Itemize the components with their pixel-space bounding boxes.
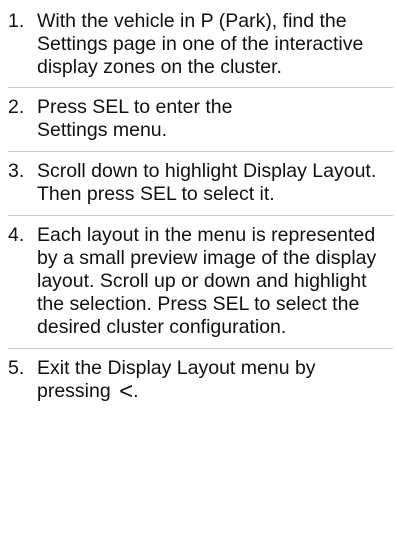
step-text: With the vehicle in P (Park), find the S… [37, 10, 364, 78]
step-text: Scroll down to highlight Display Layout.… [37, 160, 377, 205]
step-5-trailing: . [133, 380, 139, 402]
step-text: Exit the Display Layout menu by pressing… [37, 357, 392, 405]
divider [8, 151, 393, 152]
instruction-list: 1. With the vehicle in P (Park), find th… [0, 0, 397, 405]
step-number: 1. [8, 10, 25, 32]
step-4: 4. Each layout in the menu is represente… [0, 224, 397, 339]
step-5-text: Exit the Display Layout menu by pressing [37, 357, 316, 402]
step-number: 4. [8, 224, 25, 246]
step-text: Press SEL to enter the Settings menu. [37, 96, 233, 141]
step-number: 5. [8, 357, 25, 379]
divider [8, 348, 393, 349]
step-number: 3. [8, 160, 25, 182]
divider [8, 215, 393, 216]
step-2: 2. Press SEL to enter the Settings menu. [0, 96, 397, 142]
step-number: 2. [8, 96, 25, 118]
step-5: 5. Exit the Display Layout menu by press… [0, 357, 397, 405]
step-text: Each layout in the menu is represented b… [37, 224, 377, 338]
divider [8, 87, 393, 88]
step-1: 1. With the vehicle in P (Park), find th… [0, 10, 397, 79]
back-chevron-icon: < [119, 378, 134, 405]
step-3: 3. Scroll down to highlight Display Layo… [0, 160, 397, 206]
